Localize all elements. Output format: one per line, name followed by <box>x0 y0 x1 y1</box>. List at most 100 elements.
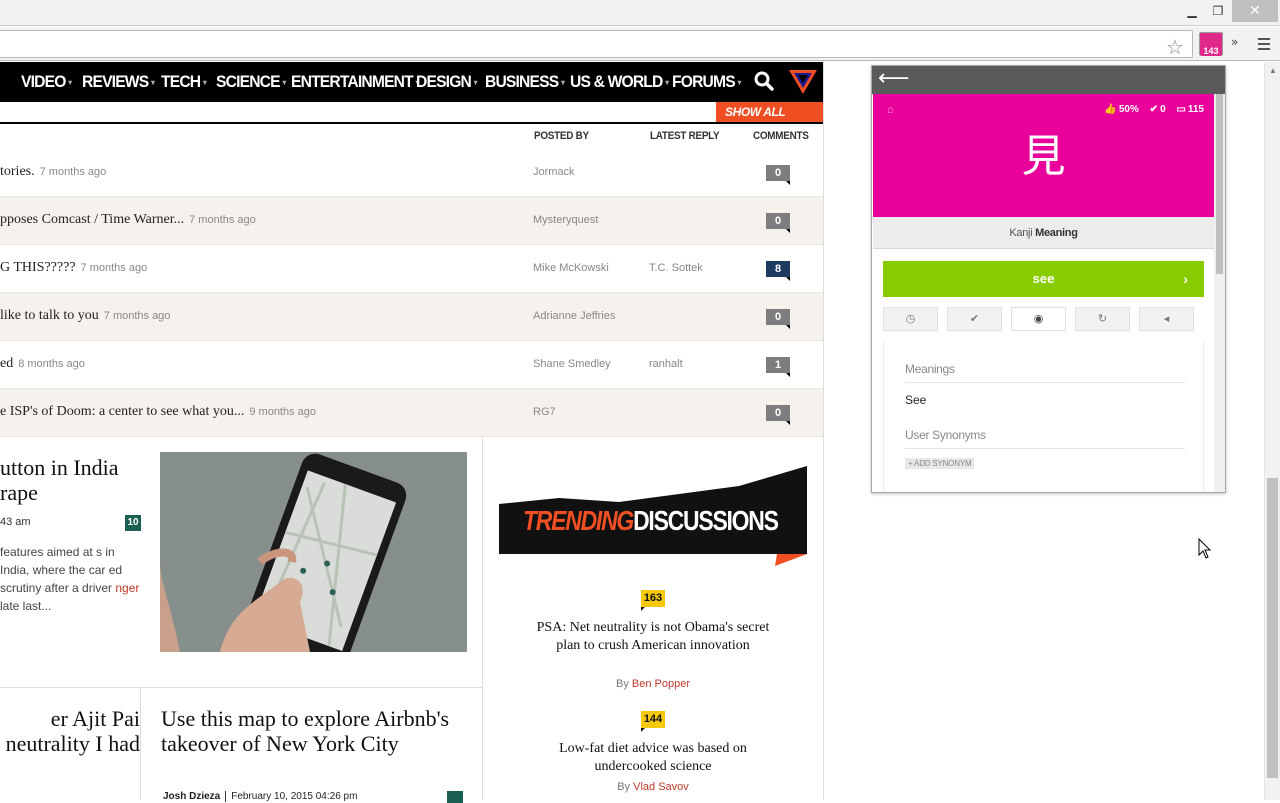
show-all-forums-button[interactable]: SHOW ALL FORUMS <box>716 102 823 139</box>
mouse-cursor-icon <box>1198 538 1212 559</box>
forum-row[interactable]: like to talk to you 7 months ago Adrianne… <box>0 293 823 341</box>
forum-thread-title[interactable]: pposes Comcast / Time Warner... 7 months … <box>0 212 256 228</box>
extension-badge: 143 <box>1201 46 1221 56</box>
story-comment-count[interactable]: 10 <box>125 515 141 531</box>
comment-count-badge[interactable]: 0 <box>766 405 790 425</box>
forum-row[interactable]: pposes Comcast / Time Warner... 7 months … <box>0 197 823 245</box>
divider <box>0 687 482 688</box>
active-tab-pointer <box>1030 331 1046 339</box>
divider <box>0 122 823 124</box>
address-bar[interactable]: ☆ <box>0 30 1193 58</box>
add-synonym-button[interactable]: + ADD SYNONYM <box>905 458 975 469</box>
scroll-up-arrow-icon[interactable]: ▲ <box>1269 66 1277 75</box>
browser-menu-icon[interactable] <box>1258 38 1270 53</box>
story-title[interactable]: er Ajit Pai neutrality I had <box>0 706 140 756</box>
story-title[interactable]: utton in India rape <box>0 455 150 505</box>
minimize-button[interactable]: ▁ <box>1178 0 1206 22</box>
item-info-panel: Meanings See User Synonyms + ADD SYNONYM <box>883 339 1204 492</box>
chevron-down-icon: ▾ <box>665 78 669 88</box>
trending-comment-count[interactable]: 163 <box>641 590 665 611</box>
forum-poster[interactable]: RG7 <box>533 406 556 418</box>
close-window-button[interactable]: ✕ <box>1232 0 1278 22</box>
content-edge <box>823 62 824 800</box>
page-scrollbar-thumb[interactable] <box>1267 478 1278 778</box>
browser-titlebar: ▁ ❐ ✕ <box>0 0 1280 26</box>
forum-poster[interactable]: Mike McKowski <box>533 262 609 274</box>
browser-toolbar: ☆ <box>0 27 1280 61</box>
story-timestamp: 43 am <box>0 516 31 528</box>
comment-count-badge[interactable]: 0 <box>766 165 790 185</box>
nav-item-video[interactable]: VIDEO ▾ <box>21 72 72 92</box>
nav-item-reviews[interactable]: REVIEWS ▾ <box>82 72 155 92</box>
trending-heading: TRENDINGDISCUSSIONS <box>523 505 779 536</box>
forum-thread-title[interactable]: e ISP's of Doom: a center to see what yo… <box>0 404 316 420</box>
forum-poster[interactable]: Mysteryquest <box>533 214 598 226</box>
forum-row[interactable]: e ISP's of Doom: a center to see what yo… <box>0 389 823 437</box>
forum-row[interactable]: G THIS????? 7 months ago Mike McKowski T.… <box>0 245 823 293</box>
trending-byline: By Ben Popper <box>615 678 690 690</box>
forum-thread-title[interactable]: G THIS????? 7 months ago <box>0 260 147 276</box>
last-items-clock-icon[interactable]: ◷ <box>883 307 938 331</box>
synonyms-heading: User Synonyms <box>905 428 986 442</box>
search-icon[interactable] <box>753 70 775 92</box>
kanji-character: 見 <box>1021 131 1066 182</box>
restore-button[interactable]: ❐ <box>1204 0 1232 22</box>
forum-row[interactable]: ed 8 months ago Shane Smedley ranhalt 1 <box>0 341 823 389</box>
bookmark-star-icon[interactable]: ☆ <box>1166 36 1184 58</box>
chevron-down-icon: ▾ <box>561 78 565 88</box>
divider <box>140 687 141 800</box>
story-date: February 10, 2015 04:26 pm <box>231 791 358 802</box>
site-nav: VIDEO ▾ REVIEWS ▾ TECH ▾ SCIENCE ▾ ENTERTAIN… <box>0 62 823 102</box>
forum-latest-reply[interactable]: T.C. Sottek <box>649 262 703 274</box>
forum-poster[interactable]: Shane Smedley <box>533 358 611 370</box>
verge-logo-icon[interactable] <box>789 68 817 94</box>
nav-item-design[interactable]: DESIGN ▾ <box>416 72 477 92</box>
overflow-chevron-icon[interactable]: » <box>1231 35 1238 49</box>
popup-scrollbar[interactable] <box>1214 94 1225 492</box>
inbox-icon: ▭ <box>1176 104 1186 115</box>
story-author[interactable]: Josh Dzieza <box>163 791 220 802</box>
trending-title[interactable]: Low-fat diet advice was based on underco… <box>530 740 776 776</box>
story-title[interactable]: Use this map to explore Airbnb's takeove… <box>161 706 461 756</box>
submit-arrow-icon[interactable]: › <box>1183 261 1188 297</box>
back-arrow-icon[interactable]: ⟵ <box>878 68 910 90</box>
comment-count-badge[interactable]: 8 <box>766 261 790 281</box>
forum-latest-reply[interactable]: ranhalt <box>649 358 683 370</box>
check-mark-icon[interactable]: ✔ <box>947 307 1002 331</box>
forum-row[interactable]: tories. 7 months ago Jormack 0 <box>0 149 823 197</box>
forum-thread-title[interactable]: ed 8 months ago <box>0 356 85 372</box>
forum-poster[interactable]: Jormack <box>533 166 575 178</box>
comment-count-badge[interactable]: 0 <box>766 213 790 233</box>
forum-poster[interactable]: Adrianne Jeffries <box>533 310 615 322</box>
meanings-heading: Meanings <box>905 362 955 376</box>
column-header-comments: COMMENTS <box>753 130 809 142</box>
nav-item-entertainment[interactable]: ENTERTAINMENT ▾ <box>291 72 419 92</box>
trending-title[interactable]: PSA: Net neutrality is not Obama's secre… <box>530 619 776 655</box>
audio-icon[interactable]: ◂ <box>1139 307 1194 331</box>
story-photo[interactable] <box>160 452 467 652</box>
chevron-down-icon: ▾ <box>282 78 286 88</box>
nav-item-business[interactable]: BUSINESS ▾ <box>485 72 565 92</box>
stat-percent: 50% <box>1118 104 1139 115</box>
forum-thread-title[interactable]: tories. 7 months ago <box>0 164 106 180</box>
popup-header: ⟵ <box>872 66 1225 94</box>
chevron-down-icon: ▾ <box>473 78 478 88</box>
home-icon[interactable]: ⌂ <box>887 104 894 116</box>
item-info-eye-icon[interactable]: ◉ <box>1011 307 1066 331</box>
chevron-down-icon: ▾ <box>68 78 72 88</box>
page-scrollbar[interactable]: ▲ <box>1264 62 1280 800</box>
story-comment-count[interactable] <box>447 791 463 803</box>
comment-count-badge[interactable]: 1 <box>766 357 790 377</box>
nav-item-us-world[interactable]: US & WORLD ▾ <box>570 72 669 92</box>
popup-scrollbar-thumb[interactable] <box>1216 94 1223 274</box>
question-type: Kanji Meaning <box>873 217 1214 249</box>
undo-icon[interactable]: ↻ <box>1075 307 1130 331</box>
comment-count-badge[interactable]: 0 <box>766 309 790 329</box>
chevron-down-icon: ▾ <box>151 78 155 88</box>
answer-field[interactable]: see › <box>883 261 1204 297</box>
nav-item-tech[interactable]: TECH ▾ <box>161 72 207 92</box>
nav-item-forums[interactable]: FORUMS ▾ <box>672 72 741 92</box>
trending-comment-count[interactable]: 144 <box>641 711 665 732</box>
nav-item-science[interactable]: SCIENCE ▾ <box>216 72 286 92</box>
forum-thread-title[interactable]: like to talk to you 7 months ago <box>0 308 170 324</box>
